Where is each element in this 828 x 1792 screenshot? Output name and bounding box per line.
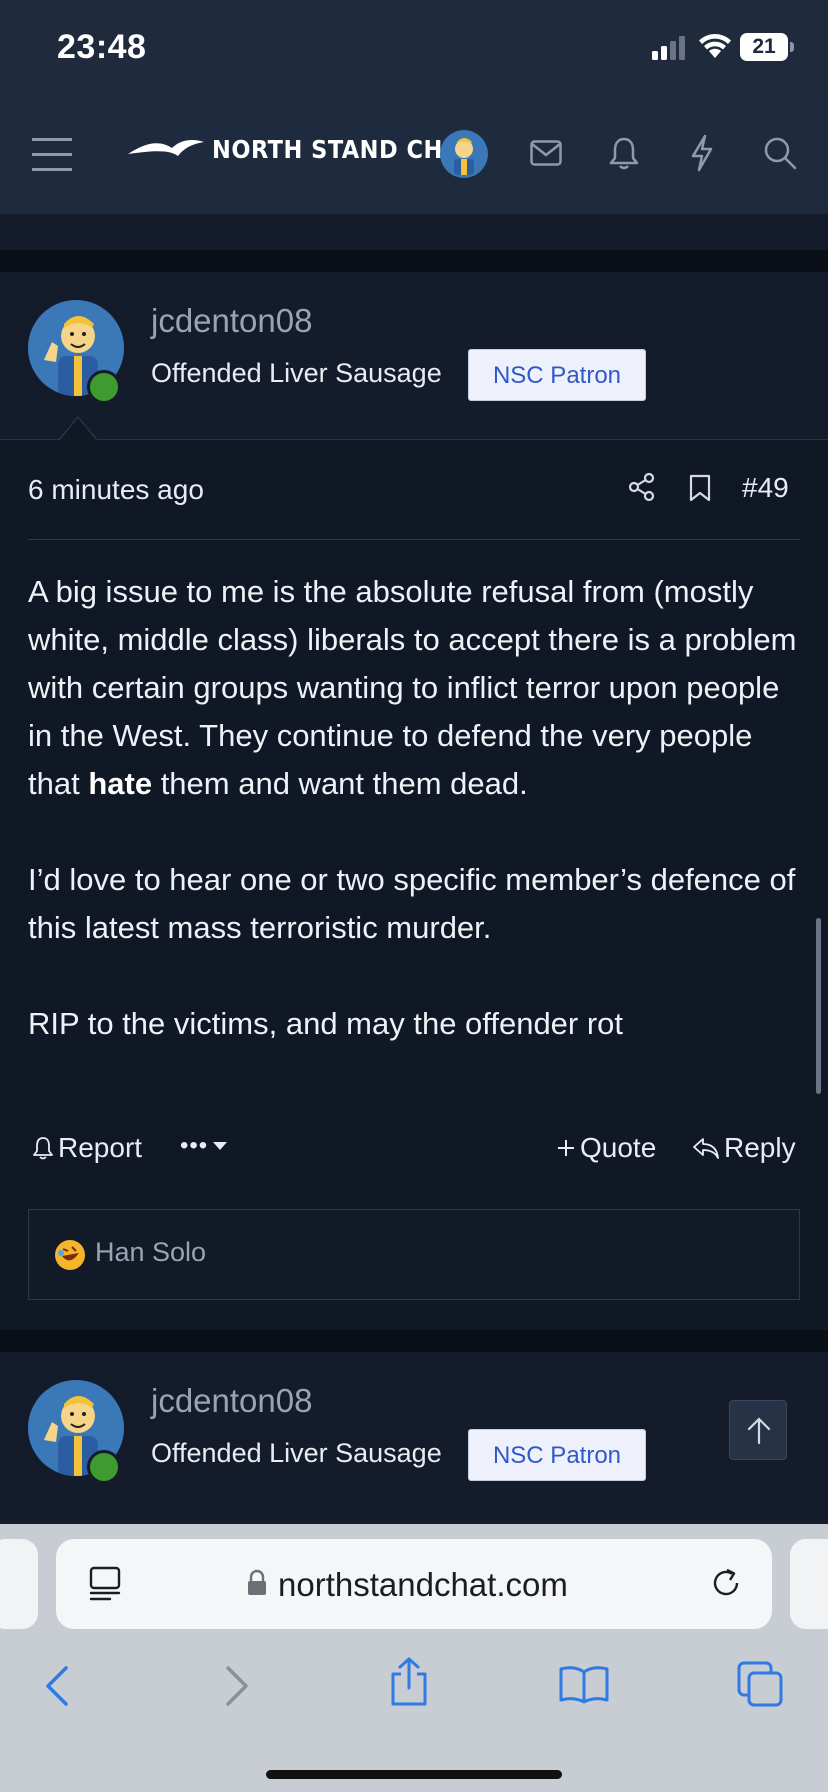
more-options-label: ••• [180, 1132, 209, 1159]
user-banner-badge: NSC Patron [468, 1429, 646, 1481]
post-number[interactable]: #49 [742, 472, 789, 504]
post-paragraph: I’d love to hear one or two specific mem… [28, 862, 796, 945]
seagull-icon [128, 140, 204, 156]
address-bar[interactable]: northstandchat.com [56, 1539, 772, 1629]
user-banner-badge: NSC Patron [468, 349, 646, 401]
inbox-envelope-icon[interactable] [530, 140, 562, 166]
quote-button[interactable]: Quote [556, 1132, 656, 1164]
previous-tab-preview[interactable] [0, 1539, 38, 1629]
wifi-icon [699, 34, 731, 58]
next-tab-preview[interactable] [790, 1539, 828, 1629]
reload-icon[interactable] [708, 1565, 744, 1601]
post-separator [0, 250, 828, 272]
battery-nub [790, 42, 794, 52]
arrow-up-icon [747, 1417, 771, 1445]
header-gap [0, 214, 828, 250]
reader-mode-icon[interactable] [88, 1565, 122, 1603]
forward-chevron-icon[interactable] [224, 1664, 250, 1708]
online-status-icon [87, 370, 121, 404]
post-divider [0, 439, 828, 440]
search-icon[interactable] [763, 136, 797, 170]
status-time: 23:48 [57, 28, 147, 66]
online-status-icon [87, 1450, 121, 1484]
post-timestamp[interactable]: 6 minutes ago [28, 474, 204, 506]
site-header: NORTH STAND CHAT [0, 96, 828, 214]
bold-text: hate [88, 766, 153, 801]
post-username[interactable]: jcdenton08 [151, 302, 312, 340]
bookmarks-book-icon[interactable] [558, 1664, 610, 1704]
site-logo[interactable]: NORTH STAND CHAT [126, 134, 475, 164]
lock-icon [248, 1569, 266, 1595]
user-title: Offended Liver Sausage [151, 1438, 442, 1468]
post-actions: Report ••• Quote Reply [28, 1132, 800, 1172]
bookmark-icon[interactable] [688, 474, 712, 502]
report-label: Report [58, 1132, 143, 1163]
quote-label: Quote [580, 1132, 657, 1163]
whats-new-bolt-icon[interactable] [690, 134, 714, 172]
reply-label: Reply [724, 1132, 796, 1163]
browser-nav-row [0, 1654, 828, 1724]
scrollbar-thumb[interactable] [816, 918, 821, 1094]
header-user-avatar[interactable] [440, 130, 488, 178]
share-sheet-icon[interactable] [388, 1656, 430, 1708]
post-separator [0, 1330, 828, 1352]
hamburger-menu-icon[interactable] [32, 138, 72, 172]
plus-icon [558, 1140, 574, 1156]
reactions-bar[interactable]: Han Solo [28, 1209, 800, 1300]
user-arrow-inner [60, 418, 96, 440]
url-text: northstandchat.com [278, 1566, 568, 1603]
site-logo-text: NORTH STAND CHAT [212, 134, 475, 164]
reaction-user-name[interactable]: Han Solo [95, 1237, 206, 1268]
notifications-bell-icon[interactable] [609, 136, 639, 170]
tabs-overview-icon[interactable] [736, 1660, 784, 1708]
more-options-button[interactable]: ••• [180, 1132, 228, 1160]
reply-button[interactable]: Reply [692, 1132, 796, 1164]
report-button[interactable]: Report [32, 1132, 142, 1164]
status-bar: 23:48 21 [0, 0, 828, 96]
user-title: Offended Liver Sausage [151, 358, 442, 388]
post-body: A big issue to me is the absolute refusa… [28, 568, 808, 1096]
browser-toolbar: northstandchat.com [0, 1524, 828, 1792]
rolling-laughing-emoji-icon [55, 1240, 85, 1270]
caret-down-icon [213, 1142, 228, 1150]
meta-divider [28, 539, 800, 540]
share-icon[interactable] [628, 472, 656, 502]
cellular-signal-icon [652, 36, 685, 60]
post-paragraph: RIP to the victims, and may the offender… [28, 1006, 624, 1041]
post-user-header: jcdenton08 Offended Liver Sausage NSC Pa… [0, 272, 828, 440]
next-post-user-header: jcdenton08 Offended Liver Sausage NSC Pa… [0, 1352, 828, 1524]
reply-arrow-icon [693, 1138, 719, 1159]
bell-outline-icon [33, 1137, 53, 1160]
back-chevron-icon[interactable] [44, 1664, 70, 1708]
post-paragraph: A big issue to me is the absolute refusa… [28, 574, 797, 801]
home-indicator [266, 1770, 562, 1779]
vault-boy-avatar-icon [440, 130, 488, 178]
post-username[interactable]: jcdenton08 [151, 1382, 312, 1420]
scroll-to-top-button[interactable] [729, 1400, 787, 1460]
battery-level: 21 [740, 33, 788, 61]
